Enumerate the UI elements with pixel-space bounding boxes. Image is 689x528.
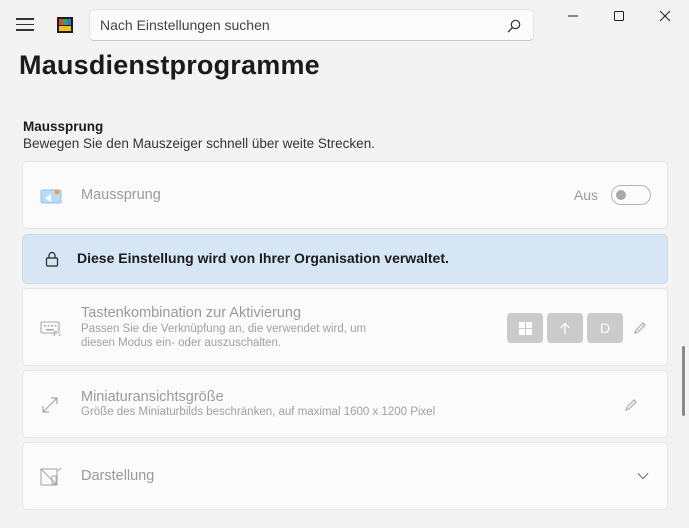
app-icon — [57, 17, 73, 33]
menu-icon[interactable] — [16, 18, 34, 32]
edit-shortcut-icon[interactable] — [633, 321, 647, 335]
minimize-button[interactable] — [550, 0, 596, 32]
shortcut-desc-2: diesen Modus ein- oder auszuschalten. — [81, 337, 282, 349]
keyboard-icon — [40, 321, 61, 336]
scrollbar[interactable] — [682, 346, 685, 416]
thumbnail-size-card: Miniaturansichtsgröße Größe des Miniatur… — [22, 370, 668, 438]
windows-logo-icon — [518, 321, 532, 335]
search-icon[interactable] — [507, 19, 521, 33]
close-icon — [659, 10, 671, 22]
search-input[interactable] — [100, 15, 500, 35]
thumbnail-size-label: Miniaturansichtsgröße — [81, 389, 224, 405]
search-box[interactable] — [89, 9, 534, 41]
policy-info-bar: Diese Einstellung wird von Ihrer Organis… — [22, 234, 668, 284]
toggle-knob — [616, 190, 626, 200]
appearance-label: Darstellung — [81, 468, 155, 484]
mouse-jump-toggle[interactable] — [611, 185, 651, 205]
chevron-down-icon[interactable] — [637, 472, 649, 480]
section-subtitle: Bewegen Sie den Mauszeiger schnell über … — [23, 136, 375, 151]
minimize-icon — [568, 15, 578, 17]
d-key: D — [587, 313, 623, 343]
appearance-icon — [40, 467, 62, 486]
shortcut-card: Tastenkombination zur Aktivierung Passen… — [22, 288, 668, 366]
mouse-jump-card: Maussprung Aus — [22, 161, 668, 229]
shortcut-desc-1: Passen Sie die Verknüpfung an, die verwe… — [81, 323, 367, 335]
mouse-jump-icon — [40, 189, 62, 204]
shortcut-keys: D — [503, 313, 647, 343]
policy-message: Diese Einstellung wird von Ihrer Organis… — [77, 250, 449, 266]
section-title: Maussprung — [23, 119, 104, 134]
thumbnail-size-desc: Größe des Miniaturbilds beschränken, auf… — [81, 406, 436, 418]
mouse-jump-toggle-group: Aus — [574, 185, 651, 205]
appearance-card[interactable]: Darstellung — [22, 442, 668, 510]
lock-icon — [45, 251, 59, 267]
arrow-up-icon — [560, 322, 570, 334]
maximize-icon — [614, 11, 624, 21]
maximize-button[interactable] — [596, 0, 642, 32]
toggle-state-label: Aus — [573, 187, 598, 203]
win-key — [507, 313, 543, 343]
edit-thumbnail-icon[interactable] — [624, 398, 638, 412]
title-bar — [0, 0, 689, 48]
close-button[interactable] — [642, 0, 688, 32]
shift-key — [547, 313, 583, 343]
page-title: Mausdienstprogramme — [19, 50, 320, 80]
resize-icon — [42, 397, 58, 413]
shortcut-label: Tastenkombination zur Aktivierung — [81, 305, 302, 321]
mouse-jump-label: Maussprung — [81, 187, 161, 203]
